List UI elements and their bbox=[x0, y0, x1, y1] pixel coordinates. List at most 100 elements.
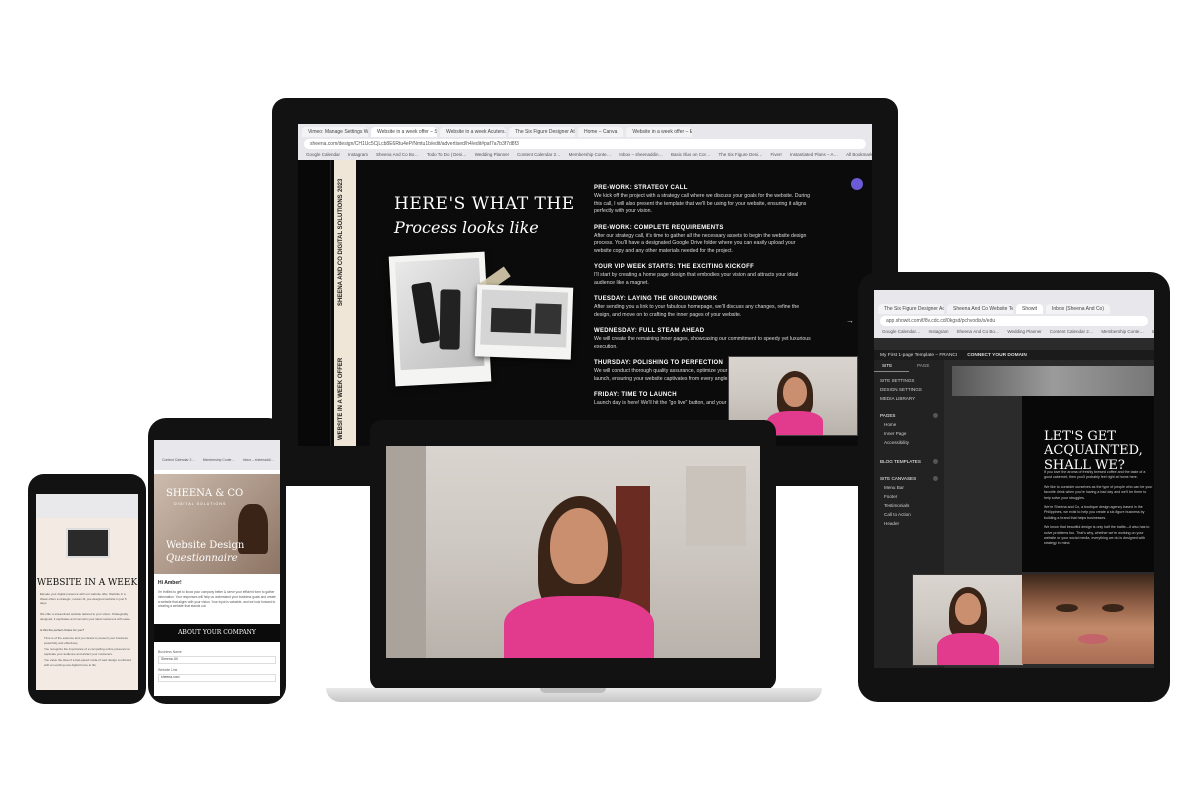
browser-tab[interactable]: The Six Figure Designer Ac… bbox=[878, 304, 944, 314]
browser-tab[interactable]: Showit bbox=[1016, 304, 1044, 314]
body-paragraph: We're Sheena and Co, a boutique design a… bbox=[1044, 504, 1145, 520]
bookmark-link[interactable]: Sheena And Co Bo… bbox=[376, 152, 419, 157]
arrow-right-icon[interactable]: → bbox=[846, 316, 854, 325]
bookmark-link[interactable]: Google Calendar bbox=[306, 152, 340, 157]
document-title: My First 1-page Template – FRANCI bbox=[880, 352, 958, 358]
step-title: TUESDAY: LAYING THE GROUNDWORK bbox=[594, 296, 718, 303]
connect-domain-link[interactable]: CONNECT YOUR DOMAIN bbox=[967, 353, 1027, 358]
laptop-screen-video bbox=[386, 446, 760, 658]
canvas-list-item[interactable]: Testimonials bbox=[874, 501, 944, 510]
step-description: We will create the remaining inner pages… bbox=[594, 336, 811, 350]
side-label-brand: SHEENA AND CO DIGITAL SOLUTIONS bbox=[338, 194, 344, 306]
webcam-overlay-tablet bbox=[912, 574, 1024, 666]
bookmark-link[interactable]: All Bookmarks bbox=[846, 152, 872, 157]
phone-small-screen: WEBSITE IN A WEEK Elevate your digital p… bbox=[36, 494, 138, 690]
canvas-list-item[interactable]: Footer bbox=[874, 492, 944, 501]
bookmark-link[interactable]: Todo To Do | Desi… bbox=[427, 152, 467, 157]
process-headline: HERE'S WHAT THE bbox=[394, 194, 575, 214]
tab-site[interactable]: SITE bbox=[874, 360, 909, 372]
bookmark-link[interactable]: Wedding Planner bbox=[1007, 329, 1041, 334]
bookmark-link[interactable]: The Six Figure Desi… bbox=[719, 152, 763, 157]
field-website-link[interactable]: sheena.com bbox=[158, 674, 276, 682]
bookmark-link[interactable]: Instagram bbox=[929, 329, 949, 334]
polaroid-laptops bbox=[474, 284, 574, 360]
canvas-list-item[interactable]: Menu Bar bbox=[874, 483, 944, 492]
bookmark-link[interactable]: Inbox – sheenaddi… bbox=[1152, 329, 1154, 334]
browser-tab[interactable]: Sheena And Co Website Te… bbox=[947, 304, 1013, 314]
bullet-item: You recognize the importance of a compel… bbox=[44, 647, 130, 656]
tablet-bookmarks-bar: Google Calendar… Instagram Sheena And Co B… bbox=[874, 328, 1154, 335]
bookmark-link[interactable]: Google Calendar… bbox=[882, 329, 921, 334]
blog-templates-heading[interactable]: BLOG TEMPLATES bbox=[874, 457, 944, 466]
canvas-list-item[interactable]: Call to Action bbox=[874, 510, 944, 519]
phone-large-chrome: Content Calendar 2… Membership Conte… Inbo… bbox=[154, 440, 280, 470]
bookmark-link[interactable]: Content Calendar 2… bbox=[517, 152, 561, 157]
chat-icon[interactable] bbox=[851, 178, 863, 190]
tab-page[interactable]: PAGE bbox=[909, 360, 944, 372]
hero-title: Website Design bbox=[166, 540, 245, 551]
phone-large-bookmarks: Content Calendar 2… Membership Conte… Inbo… bbox=[154, 440, 280, 463]
offer-title: WEBSITE IN A WEEK bbox=[36, 578, 138, 588]
tablet-address-bar[interactable]: app.showit.com/f/8v.cdc.cd/0kgsd/pchvodi… bbox=[880, 316, 1148, 326]
tab-bar: Vimeo: Manage Settings Wh…Website in a w… bbox=[298, 124, 872, 137]
offer-body: Elevate your digital presence with our w… bbox=[40, 592, 127, 605]
phone-large-screen: Content Calendar 2… Membership Conte… Inbo… bbox=[154, 440, 280, 696]
page-list-item[interactable]: Home bbox=[874, 420, 944, 429]
offer-list-intro: Is this the perfect choice for you? bbox=[40, 628, 85, 632]
bullet-item: You value the idea of a fast-paced mode … bbox=[44, 658, 131, 667]
process-step: TUESDAY: LAYING THE GROUNDWORK After send… bbox=[594, 296, 812, 319]
acquainted-copy: If you love the aroma of freshly brewed … bbox=[1044, 470, 1154, 551]
page-list-item[interactable]: Inner Page bbox=[874, 429, 944, 438]
step-description: After sending you a link to your fabulou… bbox=[594, 304, 800, 318]
bookmark-link[interactable]: Content Calendar 2… bbox=[1050, 329, 1094, 334]
process-step: YOUR VIP WEEK STARTS: THE EXCITING KICKO… bbox=[594, 264, 812, 287]
field-business-name-label: Business Name bbox=[158, 650, 182, 654]
browser-tab[interactable]: Website in a week offer – En… bbox=[626, 127, 693, 137]
browser-tab[interactable]: Website in a week offer – St… bbox=[371, 127, 437, 137]
side-label-offer: WEBSITE IN A WEEK OFFER bbox=[338, 357, 344, 440]
bookmark-link[interactable]: Membership Conte… bbox=[203, 458, 235, 462]
browser-tab[interactable]: Vimeo: Manage Settings Wh… bbox=[302, 127, 368, 137]
sidebar-menu-item[interactable]: DESIGN SETTINGS bbox=[874, 385, 944, 394]
canvas-list-item[interactable]: Header bbox=[874, 519, 944, 528]
hero-title-italic: Questionnaire bbox=[166, 553, 238, 564]
address-bar[interactable]: sheena.com/design/CH1Uc5CjLcb8E6Rtu4eP/N… bbox=[304, 139, 866, 149]
bookmark-link[interactable]: Content Calendar 2… bbox=[162, 458, 195, 462]
tablet-tab-bar: The Six Figure Designer Ac… Sheena And Co… bbox=[874, 290, 1154, 314]
bookmark-link[interactable]: Inbox – sheenaddin… bbox=[619, 152, 663, 157]
step-title: PRE-WORK: COMPLETE REQUIREMENTS bbox=[594, 224, 724, 231]
step-title: PRE-WORK: STRATEGY CALL bbox=[594, 185, 688, 191]
sidebar-menu-item[interactable]: SITE SETTINGS bbox=[874, 376, 944, 385]
step-title: WEDNESDAY: FULL STEAM AHEAD bbox=[594, 328, 705, 335]
bookmark-link[interactable]: Instagram bbox=[348, 152, 368, 157]
process-step: PRE-WORK: COMPLETE REQUIREMENTS After our… bbox=[594, 225, 812, 256]
field-business-name[interactable]: Sheena Jill bbox=[158, 656, 276, 664]
logo-subtext: DIGITAL SOLUTIONS bbox=[174, 502, 227, 506]
bookmark-link[interactable]: Inbox – sheenaddi… bbox=[243, 458, 274, 462]
bookmark-link[interactable]: Sheena And Co Bo… bbox=[957, 329, 1000, 334]
bookmarks-bar: Google Calendar Instagram Sheena And Co Bo… bbox=[298, 151, 872, 158]
closeup-face bbox=[1022, 574, 1154, 664]
bookmark-link[interactable]: Basic Illus on Cor… bbox=[671, 152, 711, 157]
logo-text: SHEENA & CO bbox=[166, 488, 244, 499]
bookmark-link[interactable]: Instantiated Plans – A… bbox=[790, 152, 838, 157]
browser-tab[interactable]: Home – Canva bbox=[578, 127, 624, 137]
page-list-item[interactable]: Accessibility bbox=[874, 438, 944, 447]
acquainted-heading: LET'S GET ACQUAINTED, SHALL WE? bbox=[1044, 429, 1143, 473]
browser-tab[interactable]: Inbox (Sheena And Co) bbox=[1046, 304, 1110, 314]
bookmark-link[interactable]: Fiverr bbox=[771, 152, 783, 157]
sidebar-menu-item[interactable]: MEDIA LIBRARY bbox=[874, 394, 944, 403]
process-step: PRE-WORK: STRATEGY CALL We kick off the p… bbox=[594, 185, 812, 216]
side-label-year: 2023 bbox=[338, 178, 344, 192]
bookmark-link[interactable]: Membership Conte… bbox=[569, 152, 612, 157]
section-banner: ABOUT YOUR COMPANY bbox=[154, 624, 280, 642]
pages-list: Home Inner Page Accessibility bbox=[874, 420, 944, 447]
sidebar-menu: SITE SETTINGS DESIGN SETTINGS MEDIA LIBRAR… bbox=[874, 376, 944, 403]
browser-tab[interactable]: Website in a week Acuters… bbox=[440, 127, 506, 137]
step-description: I'll start by creating a home page desig… bbox=[594, 272, 799, 286]
step-description: We kick off the project with a strategy … bbox=[594, 193, 811, 215]
browser-tab[interactable]: The Six Figure Designer At… bbox=[509, 127, 575, 137]
body-paragraph: We know that beautiful design is only ha… bbox=[1044, 525, 1150, 546]
bookmark-link[interactable]: Membership Conte… bbox=[1101, 329, 1144, 334]
bookmark-link[interactable]: Wedding Planner bbox=[475, 152, 509, 157]
